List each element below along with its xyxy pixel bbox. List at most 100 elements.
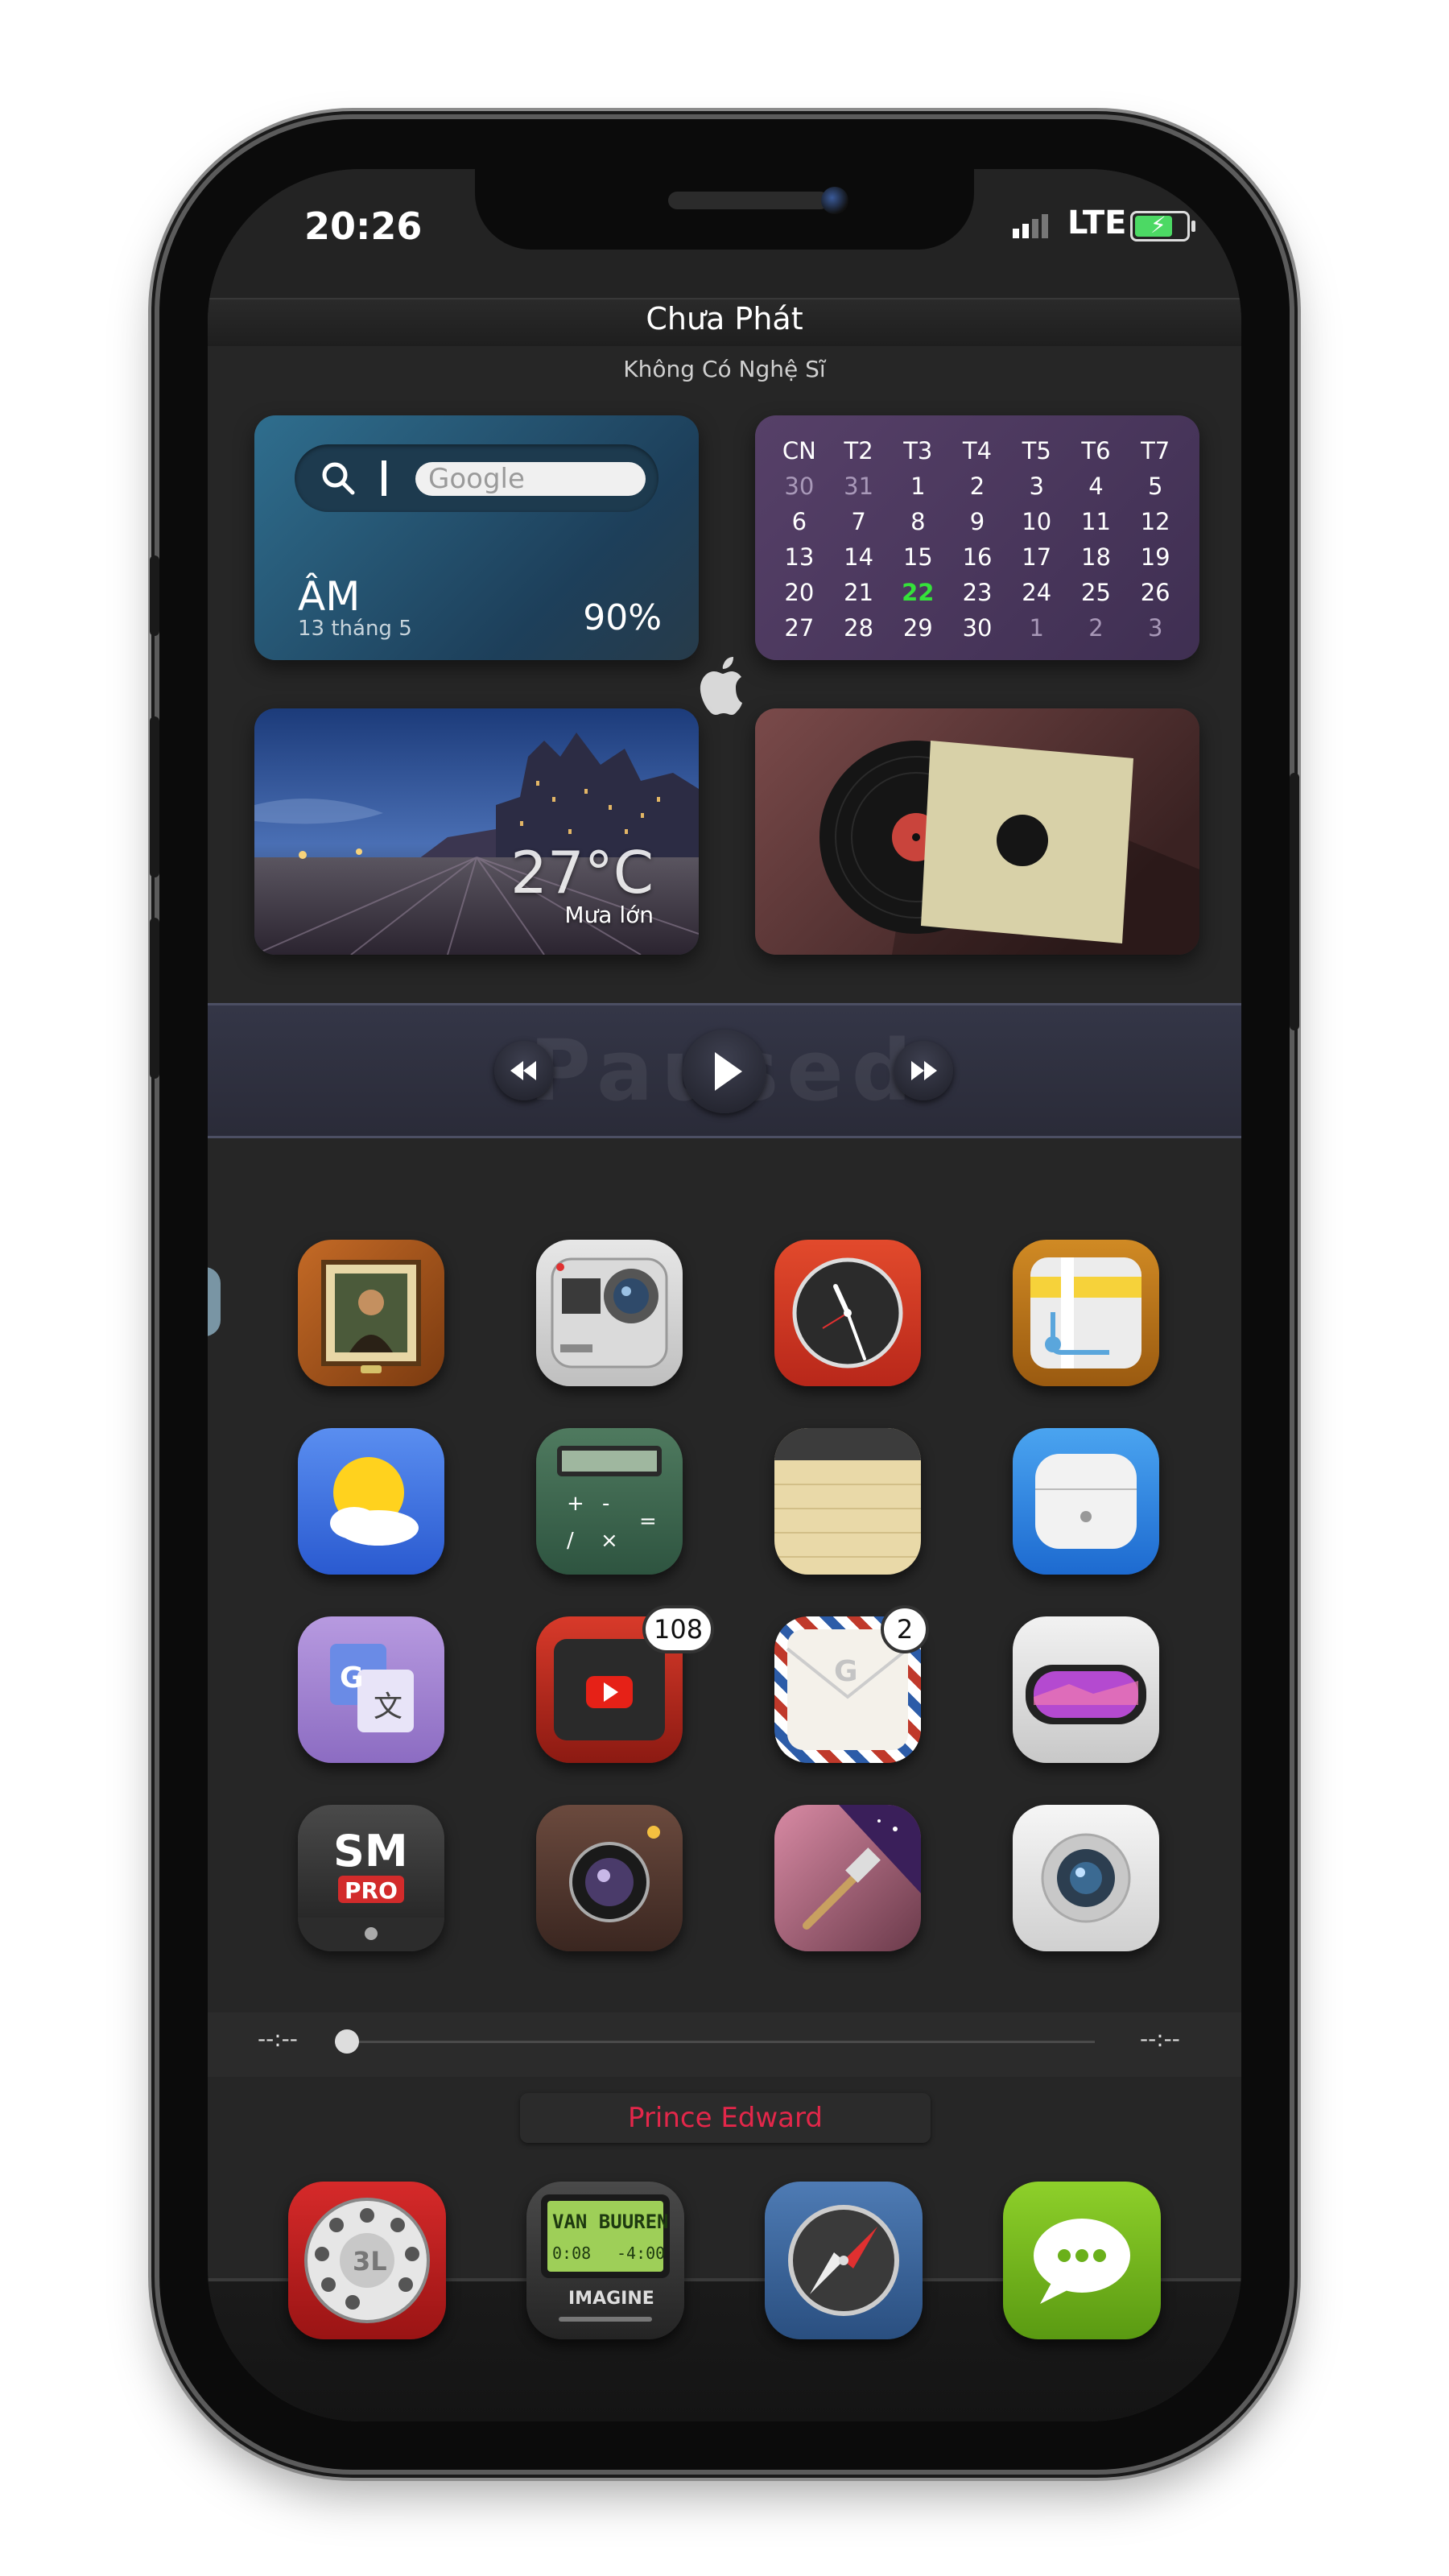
calendar-day: 30 <box>962 614 993 642</box>
calendar-day: 10 <box>1022 508 1052 535</box>
calculator-app-icon[interactable]: + - / × = <box>536 1428 683 1575</box>
weather-description: Mưa lớn <box>564 902 654 928</box>
calendar-day: 3 <box>1147 614 1163 642</box>
goggles-app-icon[interactable] <box>1013 1616 1159 1763</box>
google-translate-app-icon[interactable]: G 文 <box>298 1616 444 1763</box>
svg-text:-: - <box>602 1492 609 1516</box>
text-cursor <box>382 460 386 496</box>
play-button[interactable] <box>683 1030 766 1113</box>
compass-icon <box>788 2205 899 2316</box>
search-input[interactable]: Google <box>415 462 646 496</box>
weather-search-widget[interactable]: Google ÂM 13 tháng 5 90% <box>254 415 699 660</box>
photo-weather-widget[interactable]: 27°C Mưa lớn <box>254 708 699 955</box>
calendar-day: 19 <box>1140 543 1170 571</box>
calendar-day: 16 <box>962 543 993 571</box>
svg-text:IMAGINE: IMAGINE <box>568 2289 654 2309</box>
remaining-time: --:-- <box>1140 2025 1180 2052</box>
weather-app-icon[interactable] <box>298 1428 444 1575</box>
front-camera-icon <box>821 187 848 214</box>
messages-app-icon[interactable] <box>1003 2182 1161 2339</box>
airpods-app-icon[interactable] <box>1013 1428 1159 1575</box>
notepad-icon <box>774 1428 921 1558</box>
notes-app-icon[interactable] <box>774 1428 921 1575</box>
calendar-day: 11 <box>1081 508 1111 535</box>
rewind-button[interactable] <box>494 1041 554 1100</box>
calendar-day: 30 <box>784 473 815 500</box>
calendar-day: 31 <box>844 473 874 500</box>
mute-switch <box>150 555 159 636</box>
leather-camera-icon <box>569 1826 660 1922</box>
svg-text:G: G <box>834 1655 858 1688</box>
elapsed-time: --:-- <box>258 2025 298 2052</box>
camera-app-icon[interactable] <box>536 1805 683 1951</box>
volume-down-button <box>150 918 159 1079</box>
calendar-week: 30 31 1 2 3 4 5 <box>770 469 1185 504</box>
calendar-day: 28 <box>844 614 874 642</box>
facetime-app-icon[interactable] <box>1013 1805 1159 1951</box>
calendar-day: 14 <box>844 543 874 571</box>
temperature: 27°C <box>510 839 654 906</box>
calendar-day: 26 <box>1140 579 1170 606</box>
seek-track[interactable] <box>346 2041 1095 2043</box>
calendar-day: 4 <box>1088 473 1104 500</box>
safari-app-icon[interactable] <box>765 2182 923 2339</box>
map-icon <box>1030 1257 1141 1368</box>
apple-logo-icon <box>700 657 742 715</box>
rotary-dial-icon: 3L <box>304 2198 430 2323</box>
sun-cloud-icon <box>330 1457 419 1546</box>
photos-app-icon[interactable] <box>298 1240 444 1386</box>
notch <box>475 169 974 250</box>
fast-forward-icon <box>911 1061 937 1080</box>
calendar-day: 1 <box>910 473 926 500</box>
phone-app-icon[interactable]: 3L <box>288 2182 446 2339</box>
fast-forward-button[interactable] <box>894 1041 953 1100</box>
calendar-widget[interactable]: CN T2 T3 T4 T5 T6 T7 30 31 1 2 3 4 5 6 7… <box>755 415 1199 660</box>
calendar-day: 15 <box>902 543 933 571</box>
webcam-icon <box>1041 1833 1131 1923</box>
mona-lisa-frame-icon <box>321 1260 421 1373</box>
calendar-day: 20 <box>784 579 815 606</box>
scraper-palm-icon <box>803 1805 921 1930</box>
calendar-week: 20 21 22 23 24 25 26 <box>770 575 1185 610</box>
home-screen: 20:26 LTE ⚡ Chưa Phát Không Có Nghệ Sĩ G… <box>208 169 1241 2421</box>
calendar-day: 25 <box>1081 579 1111 606</box>
calendar-day: 27 <box>784 614 815 642</box>
seek-knob[interactable] <box>335 2029 359 2054</box>
lcd-player-icon: VAN BUUREN 0:08 -4:00 IMAGINE <box>541 2194 670 2322</box>
airpods-case-icon <box>1035 1454 1137 1549</box>
clock-app-icon[interactable] <box>774 1240 921 1386</box>
seek-bar <box>208 2013 1241 2077</box>
svg-text:=: = <box>639 1509 657 1534</box>
calendar-today: 22 <box>902 579 935 606</box>
gopro-app-icon[interactable] <box>536 1240 683 1386</box>
maps-app-icon[interactable] <box>1013 1240 1159 1386</box>
calendar-day: 9 <box>969 508 985 535</box>
calendar-day: 21 <box>844 579 874 606</box>
album-art-widget[interactable] <box>755 708 1199 955</box>
calendar-day: 7 <box>851 508 866 535</box>
wallpaper-app-icon[interactable] <box>774 1805 921 1951</box>
svg-text:/: / <box>567 1529 574 1553</box>
smpro-icon: SM PRO <box>298 1826 444 1951</box>
svg-text:+: + <box>567 1492 584 1516</box>
youtube-badge: 108 <box>642 1605 715 1653</box>
smpro-app-icon[interactable]: SM PRO <box>298 1805 444 1951</box>
clock-icon <box>792 1257 903 1368</box>
chat-bubble-icon <box>1034 2219 1130 2304</box>
page-edge-widget[interactable] <box>208 1267 221 1336</box>
signal-icon <box>1013 214 1051 238</box>
search-icon[interactable] <box>319 459 357 497</box>
play-icon <box>715 1052 742 1091</box>
vinyl-record-icon <box>819 741 1199 955</box>
calendar-day: 12 <box>1140 508 1170 535</box>
calendar-week: 13 14 15 16 17 18 19 <box>770 539 1185 575</box>
battery-icon: ⚡ <box>1130 211 1195 242</box>
song-title[interactable]: Chưa Phát <box>208 301 1241 336</box>
svg-text:VAN BUUREN: VAN BUUREN <box>552 2211 669 2233</box>
calendar-day: 8 <box>910 508 926 535</box>
svg-text:PRO: PRO <box>345 1877 398 1904</box>
search-bar[interactable]: Google <box>295 444 658 512</box>
artist-name: Không Có Nghệ Sĩ <box>623 356 826 382</box>
music-app-icon[interactable]: VAN BUUREN 0:08 -4:00 IMAGINE <box>526 2182 684 2339</box>
location-label: Prince Edward <box>520 2093 931 2143</box>
